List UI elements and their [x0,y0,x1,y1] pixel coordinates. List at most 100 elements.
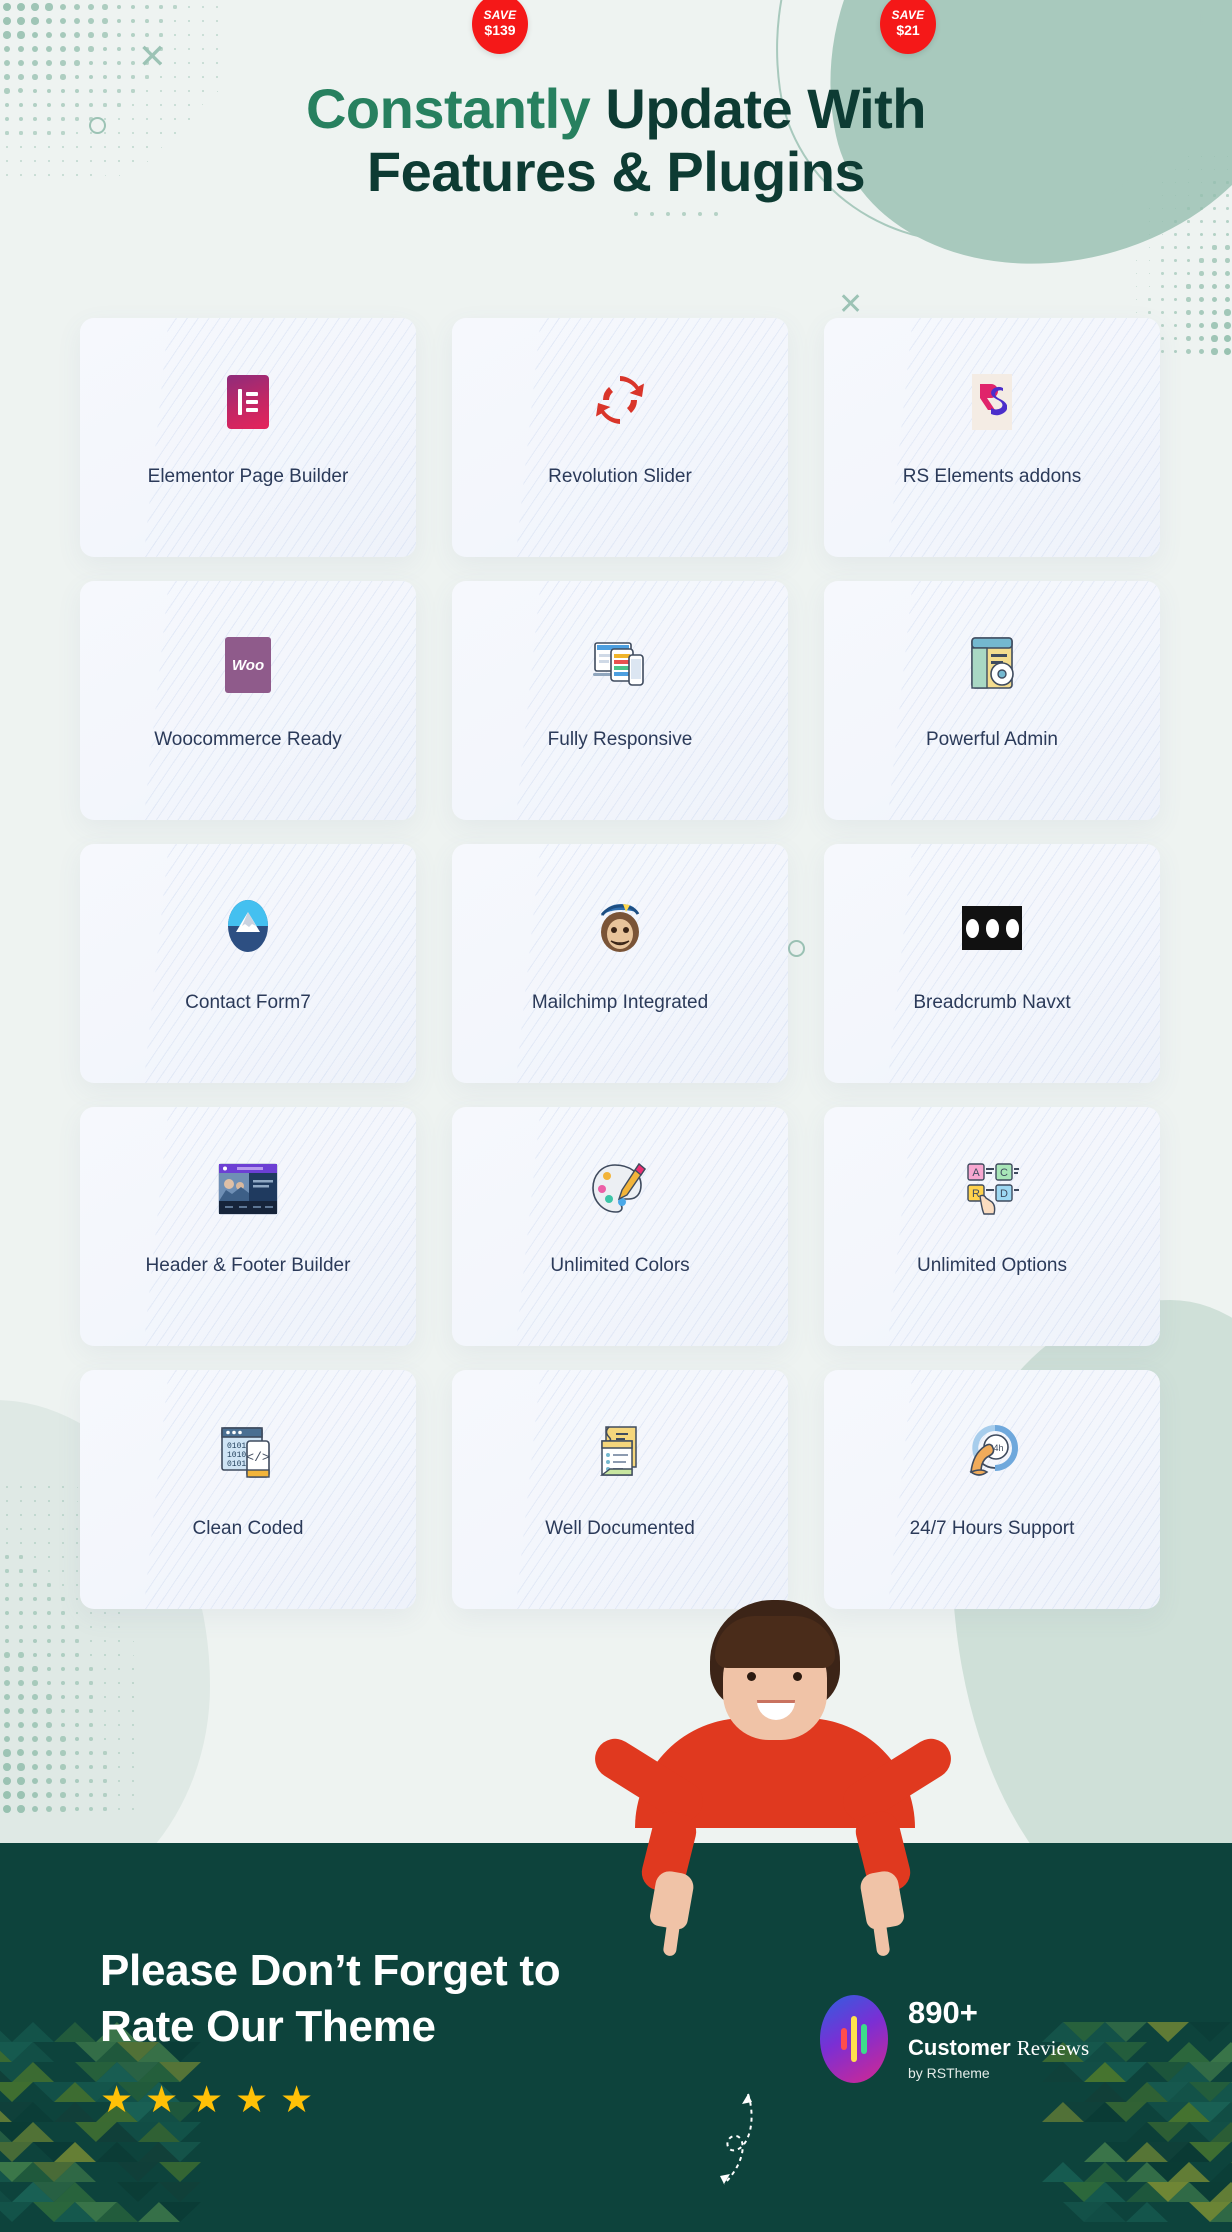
feature-card-icon-wrap [80,374,416,430]
decor-triangle [159,2162,201,2182]
decor-triangle [1147,2122,1189,2142]
feature-card[interactable]: Revolution Slider [452,318,788,557]
feature-card[interactable]: Contact Form7 [80,844,416,1083]
feature-card[interactable]: Mailchimp Integrated [452,844,788,1083]
feature-card-label: Powerful Admin [916,729,1068,751]
decor-triangle [1210,2162,1232,2182]
feature-card[interactable]: 01010 10101 01010 </> Clean Coded [80,1370,416,1609]
clean-code-icon: 01010 10101 01010 </> [219,1423,277,1486]
decor-triangle [1084,2202,1126,2222]
customer-reviews-block: 890+ Customer Reviews by RSTheme [820,1995,1089,2083]
decor-triangle [0,2202,33,2222]
header-footer-builder-icon [215,1160,281,1223]
feature-card[interactable]: 24h 24/7 Hours Support [824,1370,1160,1609]
feature-card-icon-wrap [824,374,1160,430]
rating-star[interactable]: ★ [190,2083,224,2117]
svg-text:D: D [1000,1188,1008,1200]
feature-card-label: RS Elements addons [893,466,1092,488]
decor-triangle [1210,2042,1232,2062]
save-badge-label: SAVE [484,9,517,22]
decor-triangle [159,2142,201,2162]
decor-triangle [1126,2202,1168,2222]
decor-x-icon-top-left: ✕ [138,40,167,74]
feature-card-icon-wrap [452,637,788,693]
page-title-rest: Update With [590,77,926,140]
decor-triangle [96,2142,138,2162]
decor-triangle [1147,2022,1189,2042]
decor-triangle [1105,2062,1147,2082]
decor-dot-row-top [634,212,714,222]
decor-curved-arrow-icon [690,2088,760,2198]
feature-card[interactable]: Fully Responsive [452,581,788,820]
feature-card-icon-wrap [452,900,788,956]
decor-triangle [12,2102,54,2122]
contact-form7-icon [226,898,270,959]
review-label-bold: Customer [908,2035,1017,2060]
decor-triangle [1210,2122,1232,2142]
decor-x-icon-right: ✕ [838,290,863,320]
feature-card-label: Breadcrumb Navxt [903,992,1080,1014]
decor-triangle [117,2162,159,2182]
rating-star[interactable]: ★ [280,2083,314,2117]
decor-triangle [1210,2102,1232,2122]
feature-card-label: Unlimited Options [907,1255,1077,1277]
page-title-highlight: Constantly [306,77,590,140]
decor-triangle [0,2182,12,2202]
decor-triangle [12,2122,54,2142]
rating-star[interactable]: ★ [145,2083,179,2117]
banner-title-line1: Please Don’t Forget to [100,1946,560,1995]
rstheme-logo-icon [820,1995,888,2083]
documentation-icon [596,1423,644,1486]
woocommerce-icon: Woo [225,637,271,693]
feature-card-label: Header & Footer Builder [136,1255,361,1277]
page-title-line2: Features & Plugins [367,140,865,203]
rs-elements-icon [972,374,1012,430]
feature-card[interactable]: RS Elements addons [824,318,1160,557]
review-label: Customer Reviews [908,2034,1089,2062]
svg-text:R: R [972,1188,980,1200]
feature-card-icon-wrap [80,1163,416,1219]
decor-triangle [96,2202,138,2222]
feature-card-label: Well Documented [535,1518,705,1540]
feature-card-label: Unlimited Colors [540,1255,699,1277]
elementor-icon [227,375,269,429]
feature-card[interactable]: Powerful Admin [824,581,1160,820]
support-24h-icon: 24h [963,1424,1021,1485]
admin-settings-icon [966,634,1018,697]
decor-triangle [1168,2042,1210,2062]
decor-triangle [0,2142,33,2162]
banner-title-line2: Rate Our Theme [100,2002,436,2051]
feature-card[interactable]: Header & Footer Builder [80,1107,416,1346]
options-selection-icon: ACRD [964,1160,1020,1223]
decor-triangle [1189,2062,1231,2082]
color-palette-icon [591,1161,649,1222]
decor-triangle [12,2042,54,2062]
rating-stars[interactable]: ★ ★ ★ ★ ★ [100,2083,314,2117]
rating-star[interactable]: ★ [235,2083,269,2117]
feature-card[interactable]: A C R D Unlimited Options [824,1107,1160,1346]
feature-card[interactable]: Well Documented [452,1370,788,1609]
feature-card[interactable]: Woo Woocommerce Ready [80,581,416,820]
decor-triangle [54,2182,96,2202]
feature-card[interactable]: Breadcrumb Navxt [824,844,1160,1083]
feature-card-icon-wrap: Woo [80,637,416,693]
decor-triangle [1105,2102,1147,2122]
decor-triangle [12,2062,54,2082]
feature-card-icon-wrap [452,374,788,430]
decor-triangle [1189,2142,1231,2162]
decor-triangle [1210,2182,1232,2202]
decor-triangle [0,2022,12,2042]
decor-triangle [1168,2162,1210,2182]
feature-card-grid: Elementor Page Builder Revolution Slider R… [80,318,1160,1609]
feature-card[interactable]: Unlimited Colors [452,1107,788,1346]
decor-triangle [1189,2022,1231,2042]
decor-triangle [1084,2082,1126,2102]
svg-text:C: C [1000,1167,1008,1179]
feature-card-icon-wrap [824,637,1160,693]
feature-card[interactable]: Elementor Page Builder [80,318,416,557]
decor-triangle [54,2142,96,2162]
feature-card-icon-wrap [824,900,1160,956]
feature-card-icon-wrap [452,1163,788,1219]
feature-card-label: 24/7 Hours Support [900,1518,1085,1540]
rating-star[interactable]: ★ [100,2083,134,2117]
